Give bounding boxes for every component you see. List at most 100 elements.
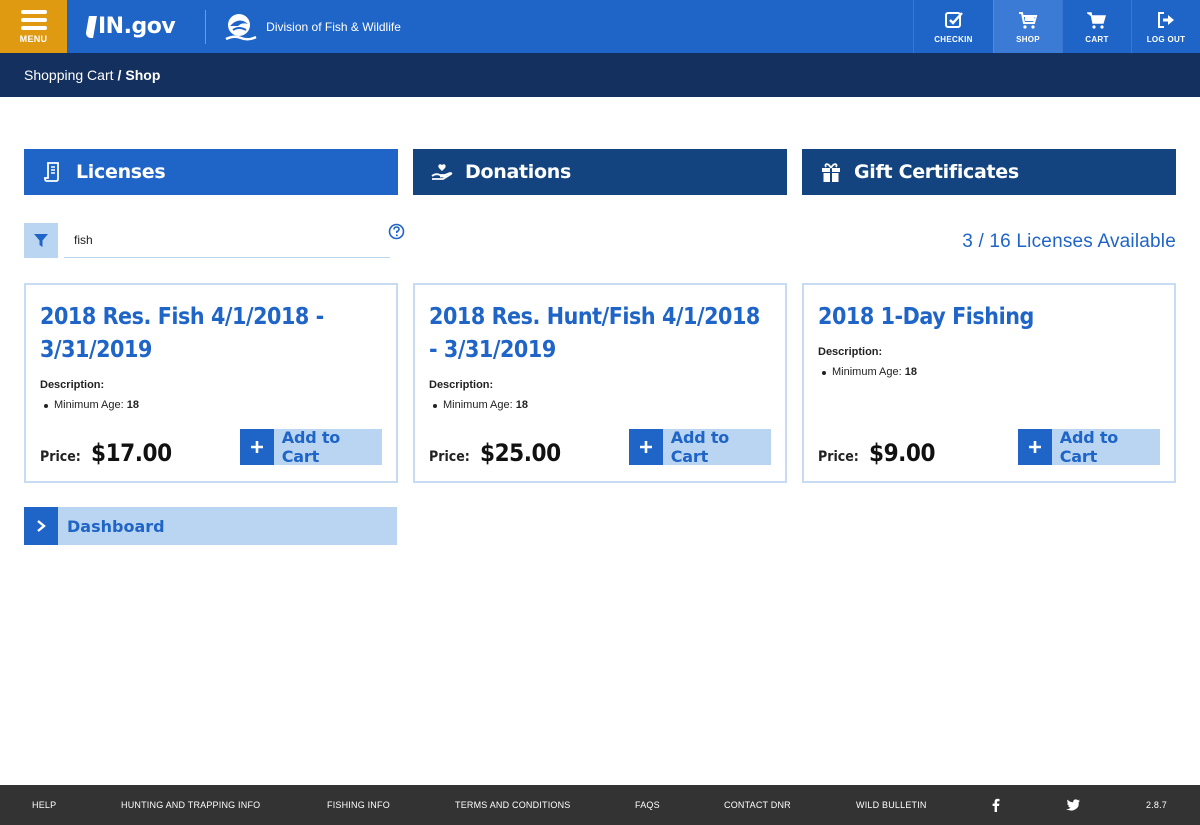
help-question-icon[interactable] — [388, 223, 405, 240]
license-title: 2018 1-Day Fishing — [818, 304, 1034, 330]
tab-gift-certificates[interactable]: Gift Certificates — [802, 149, 1176, 195]
footer-link-wild-bulletin[interactable]: WILD BULLETIN — [856, 800, 927, 810]
filter-button[interactable] — [24, 223, 58, 258]
chevron-right-icon — [37, 520, 46, 532]
hamburger-icon — [20, 9, 47, 30]
license-card: 2018 Res. Fish 4/1/2018 - 3/31/2019 Desc… — [24, 283, 398, 483]
plus-icon — [1028, 441, 1041, 453]
division-name: Division of Fish & Wildlife — [266, 19, 401, 34]
footer-link-contact[interactable]: CONTACT DNR — [724, 800, 791, 810]
dashboard-label: Dashboard — [67, 516, 165, 536]
cart-icon — [1087, 11, 1106, 29]
menu-button[interactable]: MENU — [0, 0, 67, 53]
app-version: 2.8.7 — [1146, 800, 1168, 810]
price-value: $9.00 — [869, 439, 936, 467]
nav-logout-label: LOG OUT — [1146, 34, 1186, 44]
tab-licenses-label: Licenses — [76, 161, 166, 183]
description-label: Description: — [818, 346, 883, 358]
footer-link-fishing[interactable]: FISHING INFO — [327, 800, 390, 810]
donation-hand-icon — [431, 164, 453, 180]
checkin-icon — [944, 11, 963, 28]
price-label: Price: — [429, 449, 470, 465]
licenses-available-count: 3 / 16 Licenses Available — [962, 231, 1176, 252]
description-label: Description: — [429, 379, 494, 391]
footer-link-terms[interactable]: TERMS AND CONDITIONS — [455, 800, 571, 810]
tab-licenses[interactable]: Licenses — [24, 149, 398, 195]
description-item: Minimum Age: 18 — [429, 399, 771, 411]
price-label: Price: — [818, 449, 859, 465]
plus-icon — [639, 441, 652, 453]
chevron-box — [24, 507, 58, 545]
add-to-cart-label: Add to Cart — [281, 428, 341, 466]
ingov-logo-mark — [85, 15, 97, 38]
brand: IN.gov Division of Fish & Wildlife — [67, 0, 401, 53]
gift-icon — [822, 163, 840, 182]
page: MENU IN.gov Division of Fish & Wildlife — [0, 0, 1200, 825]
license-title: 2018 Res. Hunt/Fish 4/1/2018 - 3/31/2019 — [429, 304, 760, 363]
min-age-label: Minimum Age: — [443, 399, 513, 411]
tab-donations[interactable]: Donations — [413, 149, 787, 195]
price-row: Price: $17.00 — [40, 439, 181, 467]
nav-cart[interactable]: CART — [1062, 0, 1131, 53]
plus-box — [240, 429, 274, 465]
dashboard-button[interactable]: Dashboard — [24, 507, 397, 545]
license-title: 2018 Res. Fish 4/1/2018 - 3/31/2019 — [40, 304, 324, 363]
description-list: Minimum Age: 18 — [40, 399, 382, 411]
breadcrumb-parent[interactable]: Shopping Cart — [24, 67, 114, 83]
add-to-cart-label: Add to Cart — [670, 428, 730, 466]
price-row: Price: $9.00 — [818, 439, 943, 467]
price-label: Price: — [40, 449, 81, 465]
filter-funnel-icon — [34, 233, 48, 247]
breadcrumb: Shopping Cart / Shop — [0, 53, 1200, 97]
search-input[interactable] — [64, 223, 390, 257]
nav-cart-label: CART — [1085, 34, 1109, 44]
brand-divider — [205, 9, 207, 44]
min-age-label: Minimum Age: — [54, 399, 124, 411]
license-cards: 2018 Res. Fish 4/1/2018 - 3/31/2019 Desc… — [24, 283, 1176, 483]
min-age-value: 18 — [904, 366, 918, 378]
add-to-cart-label: Add to Cart — [1059, 428, 1119, 466]
add-to-cart-button[interactable]: Add to Cart — [240, 428, 382, 466]
ingov-logo-text: IN.gov — [98, 14, 176, 39]
plus-box — [629, 429, 663, 465]
dnr-fish-wildlife-logo-icon — [225, 13, 257, 41]
add-to-cart-button[interactable]: Add to Cart — [629, 428, 771, 466]
logout-icon — [1158, 11, 1174, 28]
search-field — [64, 223, 390, 258]
plus-box — [1018, 429, 1052, 465]
footer-link-hunting[interactable]: HUNTING AND TRAPPING INFO — [121, 800, 260, 810]
add-to-cart-button[interactable]: Add to Cart — [1018, 428, 1160, 466]
top-nav: CHECKIN SHOP CART LOG OUT — [913, 0, 1200, 53]
facebook-icon[interactable] — [989, 798, 1003, 812]
breadcrumb-current: Shop — [125, 67, 161, 83]
min-age-value: 18 — [126, 399, 140, 411]
twitter-icon[interactable] — [1066, 798, 1080, 812]
ingov-logo[interactable]: IN.gov — [85, 14, 176, 39]
top-bar: MENU IN.gov Division of Fish & Wildlife — [0, 0, 1200, 53]
footer-link-faqs[interactable]: FAQS — [635, 800, 660, 810]
description-item: Minimum Age: 18 — [40, 399, 382, 411]
category-tabs: Licenses Donations Gift Certificates — [24, 149, 1176, 195]
license-card: 2018 Res. Hunt/Fish 4/1/2018 - 3/31/2019… — [413, 283, 787, 483]
tab-gift-certificates-label: Gift Certificates — [854, 161, 1019, 183]
menu-label: MENU — [19, 33, 48, 44]
nav-shop-label: SHOP — [1016, 34, 1040, 44]
nav-checkin[interactable]: CHECKIN — [913, 0, 993, 53]
min-age-label: Minimum Age: — [832, 366, 902, 378]
tab-donations-label: Donations — [465, 161, 571, 183]
price-value: $25.00 — [480, 439, 562, 467]
description-list: Minimum Age: 18 — [429, 399, 771, 411]
description-label: Description: — [40, 379, 105, 391]
nav-logout[interactable]: LOG OUT — [1131, 0, 1200, 53]
nav-checkin-label: CHECKIN — [934, 34, 973, 44]
price-value: $17.00 — [91, 439, 173, 467]
description-list: Minimum Age: 18 — [818, 366, 1160, 378]
price-row: Price: $25.00 — [429, 439, 570, 467]
footer-link-help[interactable]: HELP — [32, 800, 56, 810]
min-age-value: 18 — [515, 399, 529, 411]
license-icon — [44, 162, 59, 182]
breadcrumb-separator: / — [117, 67, 122, 83]
nav-shop[interactable]: SHOP — [993, 0, 1062, 53]
plus-icon — [250, 441, 263, 453]
shop-cart-icon — [1019, 11, 1038, 29]
